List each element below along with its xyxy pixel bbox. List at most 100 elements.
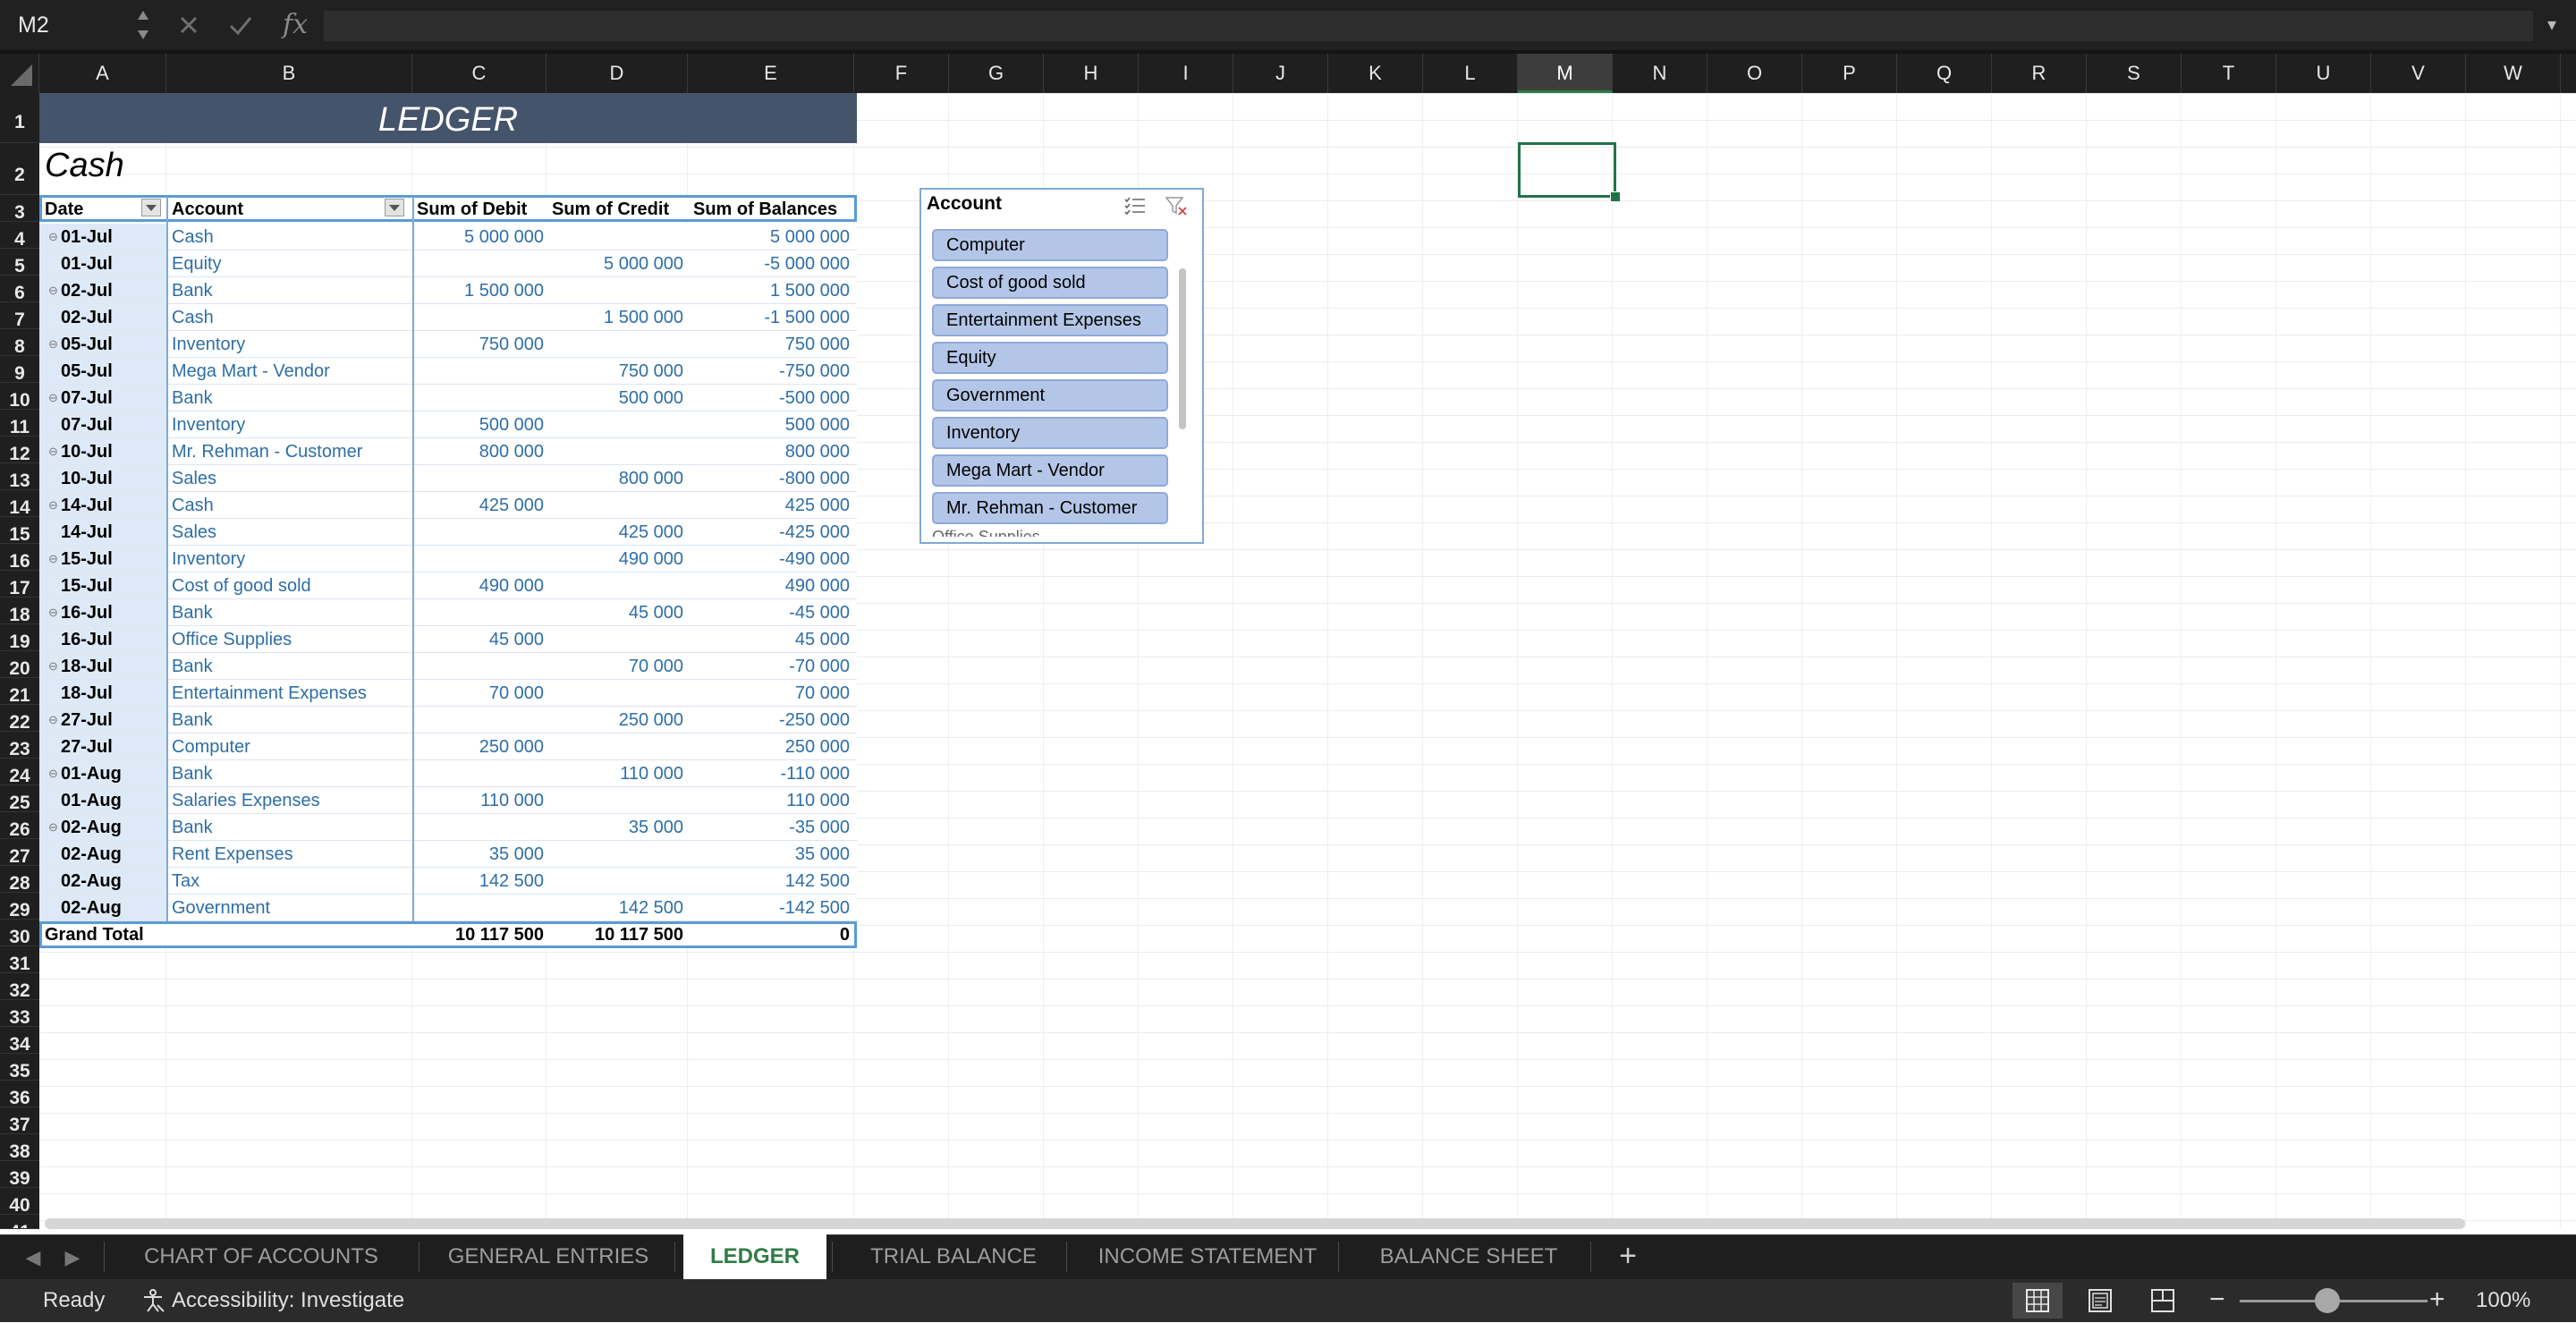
row-header-1[interactable]: 1 (0, 93, 39, 143)
column-header-v[interactable]: V (2371, 54, 2466, 93)
column-header-k[interactable]: K (1328, 54, 1423, 93)
cancel-icon[interactable] (175, 0, 202, 50)
enter-icon[interactable] (227, 0, 254, 50)
row-header-32[interactable]: 32 (0, 973, 39, 1000)
formula-input[interactable] (324, 11, 2533, 41)
column-header-a[interactable]: A (39, 54, 166, 93)
row-header-40[interactable]: 40 (0, 1188, 39, 1215)
slicer-item[interactable]: Government (932, 379, 1168, 411)
accessibility-icon[interactable] (140, 1287, 166, 1314)
column-header-l[interactable]: L (1423, 54, 1518, 93)
row-header-28[interactable]: 28 (0, 866, 39, 893)
accessibility-status[interactable]: Accessibility: Investigate (172, 1279, 404, 1322)
row-header-5[interactable]: 5 (0, 249, 39, 276)
zoom-level[interactable]: 100% (2476, 1279, 2530, 1322)
row-header-4[interactable]: 4 (0, 222, 39, 249)
column-header-d[interactable]: D (547, 54, 688, 93)
column-header-j[interactable]: J (1233, 54, 1328, 93)
active-cell-m2[interactable] (1518, 142, 1616, 198)
horizontal-scrollbar[interactable] (45, 1218, 2465, 1229)
column-header-f[interactable]: F (854, 54, 949, 93)
row-header-30[interactable]: 30 (0, 920, 39, 946)
row-header-24[interactable]: 24 (0, 759, 39, 785)
row-header-35[interactable]: 35 (0, 1054, 39, 1081)
column-header-p[interactable]: P (1802, 54, 1897, 93)
row-header-3[interactable]: 3 (0, 195, 39, 222)
page-layout-icon[interactable] (2075, 1283, 2125, 1319)
column-header-u[interactable]: U (2276, 54, 2371, 93)
row-header-33[interactable]: 33 (0, 1000, 39, 1027)
row-header-12[interactable]: 12 (0, 437, 39, 463)
scroll-tabs-left-icon[interactable]: ◀ (20, 1238, 47, 1277)
column-header-q[interactable]: Q (1897, 54, 1992, 93)
expand-icon[interactable]: ⊖ (48, 277, 58, 304)
expand-icon[interactable]: ⊖ (48, 653, 58, 680)
row-header-41[interactable]: 41 (0, 1215, 39, 1229)
row-header-25[interactable]: 25 (0, 785, 39, 812)
row-header-15[interactable]: 15 (0, 517, 39, 544)
row-header-19[interactable]: 19 (0, 624, 39, 651)
row-header-14[interactable]: 14 (0, 490, 39, 517)
row-header-18[interactable]: 18 (0, 598, 39, 624)
row-header-26[interactable]: 26 (0, 812, 39, 839)
slicer-scroll-thumb[interactable] (1179, 268, 1186, 429)
account-filter-dropdown-icon[interactable] (385, 199, 404, 216)
zoom-in-button[interactable]: + (2429, 1279, 2445, 1322)
zoom-slider-thumb[interactable] (2315, 1288, 2340, 1313)
column-header-g[interactable]: G (949, 54, 1044, 93)
row-header-31[interactable]: 31 (0, 946, 39, 973)
expand-icon[interactable]: ⊖ (48, 546, 58, 572)
add-sheet-button[interactable]: + (1601, 1234, 1655, 1279)
column-header-t[interactable]: T (2182, 54, 2276, 93)
row-header-2[interactable]: 2 (0, 147, 39, 195)
sheet-tab-general-entries[interactable]: GENERAL ENTRIES (428, 1234, 669, 1279)
slicer-item[interactable]: Cost of good sold (932, 267, 1168, 299)
column-header-s[interactable]: S (2087, 54, 2182, 93)
row-header-13[interactable]: 13 (0, 463, 39, 490)
row-header-27[interactable]: 27 (0, 839, 39, 866)
column-header-h[interactable]: H (1044, 54, 1139, 93)
sheet-tab-chart-of-accounts[interactable]: CHART OF ACCOUNTS (109, 1234, 413, 1279)
zoom-out-button[interactable]: − (2209, 1279, 2225, 1322)
column-header-m[interactable]: M (1518, 54, 1613, 93)
row-header-22[interactable]: 22 (0, 705, 39, 732)
slicer-item[interactable]: Mega Mart - Vendor (932, 454, 1168, 487)
column-header-r[interactable]: R (1992, 54, 2087, 93)
row-header-9[interactable]: 9 (0, 356, 39, 383)
sheet-tab-balance-sheet[interactable]: BALANCE SHEET (1352, 1234, 1585, 1279)
date-filter-dropdown-icon[interactable] (141, 199, 161, 216)
column-header-i[interactable]: I (1139, 54, 1233, 93)
sheet-tab-income-statement[interactable]: INCOME STATEMENT (1082, 1234, 1333, 1279)
row-header-29[interactable]: 29 (0, 893, 39, 920)
expand-icon[interactable]: ⊖ (48, 760, 58, 787)
slicer-item[interactable]: Equity (932, 342, 1168, 374)
fill-handle[interactable] (1610, 191, 1621, 202)
column-header-o[interactable]: O (1707, 54, 1802, 93)
row-header-34[interactable]: 34 (0, 1027, 39, 1054)
row-header-23[interactable]: 23 (0, 732, 39, 759)
row-header-10[interactable]: 10 (0, 383, 39, 410)
expand-icon[interactable]: ⊖ (48, 331, 58, 358)
row-header-8[interactable]: 8 (0, 329, 39, 356)
slicer-item[interactable]: Mr. Rehman - Customer (932, 492, 1168, 524)
column-header-c[interactable]: C (412, 54, 547, 93)
row-header-16[interactable]: 16 (0, 544, 39, 571)
slicer-item[interactable]: Inventory (932, 417, 1168, 449)
column-header-w[interactable]: W (2466, 54, 2561, 93)
sheet-tab-ledger[interactable]: LEDGER (683, 1234, 826, 1279)
expand-icon[interactable]: ⊖ (48, 385, 58, 411)
sheet-tab-trial-balance[interactable]: TRIAL BALANCE (846, 1234, 1061, 1279)
slicer-item[interactable]: Entertainment Expenses (932, 304, 1168, 336)
normal-view-icon[interactable] (2012, 1283, 2063, 1319)
expand-icon[interactable]: ⊖ (48, 707, 58, 734)
column-header-e[interactable]: E (688, 54, 854, 93)
row-header-36[interactable]: 36 (0, 1081, 39, 1107)
row-header-6[interactable]: 6 (0, 276, 39, 302)
row-header-17[interactable]: 17 (0, 571, 39, 598)
slicer-item-partial[interactable]: Office Supplies (932, 528, 1168, 537)
name-box-stepper-icon[interactable] (134, 5, 152, 45)
row-header-20[interactable]: 20 (0, 651, 39, 678)
row-header-38[interactable]: 38 (0, 1134, 39, 1161)
page-break-icon[interactable] (2138, 1283, 2188, 1319)
row-header-39[interactable]: 39 (0, 1161, 39, 1188)
